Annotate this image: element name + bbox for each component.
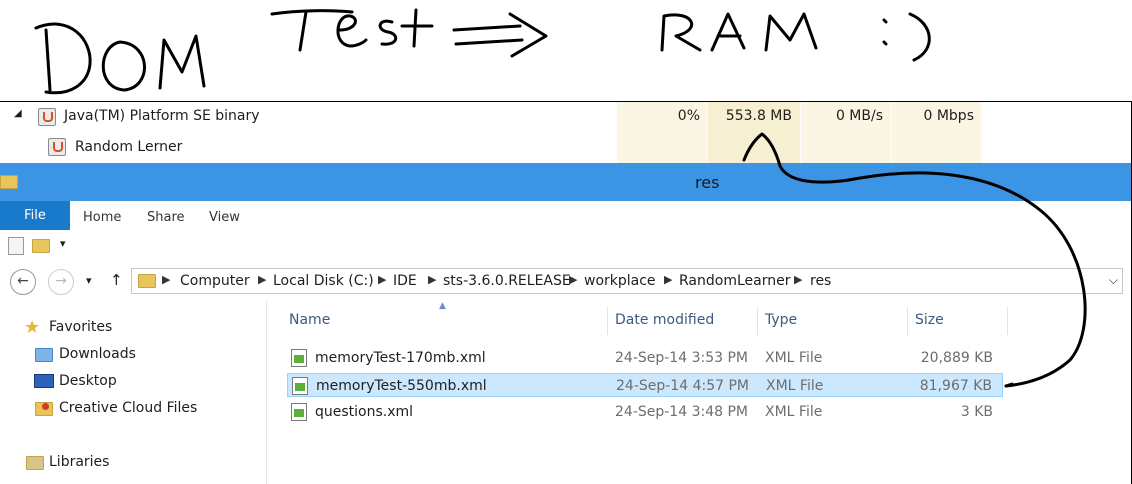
file-size: 3 KB xyxy=(960,404,993,420)
file-type: XML File xyxy=(766,378,824,394)
table-row[interactable]: questions.xml 24-Sep-14 3:48 PM XML File… xyxy=(287,400,1003,424)
table-row-selected[interactable]: memoryTest-550mb.xml 24-Sep-14 4:57 PM X… xyxy=(287,373,1003,397)
star-icon: ★ xyxy=(24,317,41,338)
sidebar-item-libraries[interactable]: Libraries xyxy=(49,454,109,470)
folder-icon xyxy=(0,175,18,189)
breadcrumb-computer[interactable]: Computer xyxy=(180,273,250,289)
chevron-right-icon[interactable]: ▶ xyxy=(258,273,266,286)
downloads-folder-icon xyxy=(35,348,53,362)
recent-locations-icon[interactable]: ▾ xyxy=(86,274,92,287)
desktop-icon xyxy=(34,374,54,388)
column-header-type[interactable]: Type xyxy=(765,312,797,328)
window-title: res xyxy=(695,173,720,192)
qat-dropdown-icon[interactable]: ▾ xyxy=(60,237,66,250)
file-date: 24-Sep-14 4:57 PM xyxy=(616,378,749,394)
tab-file[interactable]: File xyxy=(0,201,70,230)
sidebar-item-favorites[interactable]: Favorites xyxy=(49,319,112,335)
breadcrumb-sts[interactable]: sts-3.6.0.RELEASE xyxy=(443,273,571,289)
navigation-bar: ← → ▾ ↑ ▶ Computer ▶ Local Disk (C:) ▶ I… xyxy=(0,261,1132,301)
xml-file-icon xyxy=(291,403,307,421)
chevron-right-icon[interactable]: ▶ xyxy=(428,273,436,286)
column-divider[interactable] xyxy=(757,307,758,335)
sidebar-item-creative-cloud[interactable]: Creative Cloud Files xyxy=(59,400,197,416)
task-manager-panel: ◢ Java(TM) Platform SE binary Random Ler… xyxy=(0,101,1132,164)
sidebar-item-desktop[interactable]: Desktop xyxy=(59,373,117,389)
chevron-right-icon[interactable]: ▶ xyxy=(569,273,577,286)
chevron-right-icon[interactable]: ▶ xyxy=(794,273,802,286)
disk-value: 0 MB/s xyxy=(835,108,883,124)
breadcrumb-local-disk[interactable]: Local Disk (C:) xyxy=(273,273,374,289)
column-divider[interactable] xyxy=(907,307,908,335)
file-name: questions.xml xyxy=(315,404,414,420)
child-process-name[interactable]: Random Lerner xyxy=(75,139,182,155)
collapse-icon[interactable]: ◢ xyxy=(14,108,22,119)
up-button[interactable]: ↑ xyxy=(110,271,123,289)
breadcrumb-randomlearner[interactable]: RandomLearner xyxy=(679,273,790,289)
tab-home[interactable]: Home xyxy=(83,210,121,225)
xml-file-icon xyxy=(292,377,308,395)
forward-button[interactable]: → xyxy=(48,269,74,295)
file-date: 24-Sep-14 3:53 PM xyxy=(615,350,748,366)
properties-icon[interactable] xyxy=(8,237,24,255)
breadcrumb-res[interactable]: res xyxy=(810,273,831,289)
file-list: ▲ Name Date modified Type Size memoryTes… xyxy=(267,301,1132,484)
libraries-icon xyxy=(26,456,44,470)
file-size: 81,967 KB xyxy=(919,378,992,394)
breadcrumb-workplace[interactable]: workplace xyxy=(584,273,656,289)
column-header-date[interactable]: Date modified xyxy=(615,312,714,328)
xml-file-icon xyxy=(291,349,307,367)
file-size: 20,889 KB xyxy=(920,350,993,366)
network-value: 0 Mbps xyxy=(923,108,974,124)
window-title-bar[interactable]: res xyxy=(0,163,1132,201)
navigation-pane: ★ Favorites Downloads Desktop Creative C… xyxy=(0,301,267,484)
memory-value: 553.8 MB xyxy=(725,108,792,124)
tab-view[interactable]: View xyxy=(209,210,240,225)
file-name: memoryTest-170mb.xml xyxy=(315,350,486,366)
column-divider[interactable] xyxy=(607,307,608,335)
tab-share[interactable]: Share xyxy=(147,210,185,225)
cpu-value: 0% xyxy=(677,108,700,124)
creative-cloud-badge-icon xyxy=(42,403,49,410)
chevron-right-icon[interactable]: ▶ xyxy=(378,273,386,286)
file-date: 24-Sep-14 3:48 PM xyxy=(615,404,748,420)
process-name[interactable]: Java(TM) Platform SE binary xyxy=(64,108,260,124)
quick-access-toolbar: ▾ xyxy=(0,231,1132,261)
column-divider[interactable] xyxy=(1007,307,1008,335)
column-header-size[interactable]: Size xyxy=(915,312,944,328)
file-type: XML File xyxy=(765,350,823,366)
chevron-right-icon[interactable]: ▶ xyxy=(664,273,672,286)
java-icon xyxy=(48,138,66,156)
file-name: memoryTest-550mb.xml xyxy=(316,378,487,394)
breadcrumb-ide[interactable]: IDE xyxy=(393,273,417,289)
java-icon xyxy=(38,108,56,126)
address-bar[interactable]: ▶ Computer ▶ Local Disk (C:) ▶ IDE ▶ sts… xyxy=(131,268,1123,294)
file-type: XML File xyxy=(765,404,823,420)
back-button[interactable]: ← xyxy=(10,269,36,295)
ribbon: File Home Share View xyxy=(0,201,1132,232)
column-header-name[interactable]: Name xyxy=(289,312,330,328)
address-dropdown-icon[interactable]: ⌵ xyxy=(1109,273,1118,288)
sidebar-item-downloads[interactable]: Downloads xyxy=(59,346,136,362)
chevron-right-icon[interactable]: ▶ xyxy=(162,273,170,286)
table-row[interactable]: memoryTest-170mb.xml 24-Sep-14 3:53 PM X… xyxy=(287,346,1003,370)
sort-ascending-icon: ▲ xyxy=(439,301,446,311)
folder-icon xyxy=(138,274,156,288)
new-folder-icon[interactable] xyxy=(32,239,50,253)
